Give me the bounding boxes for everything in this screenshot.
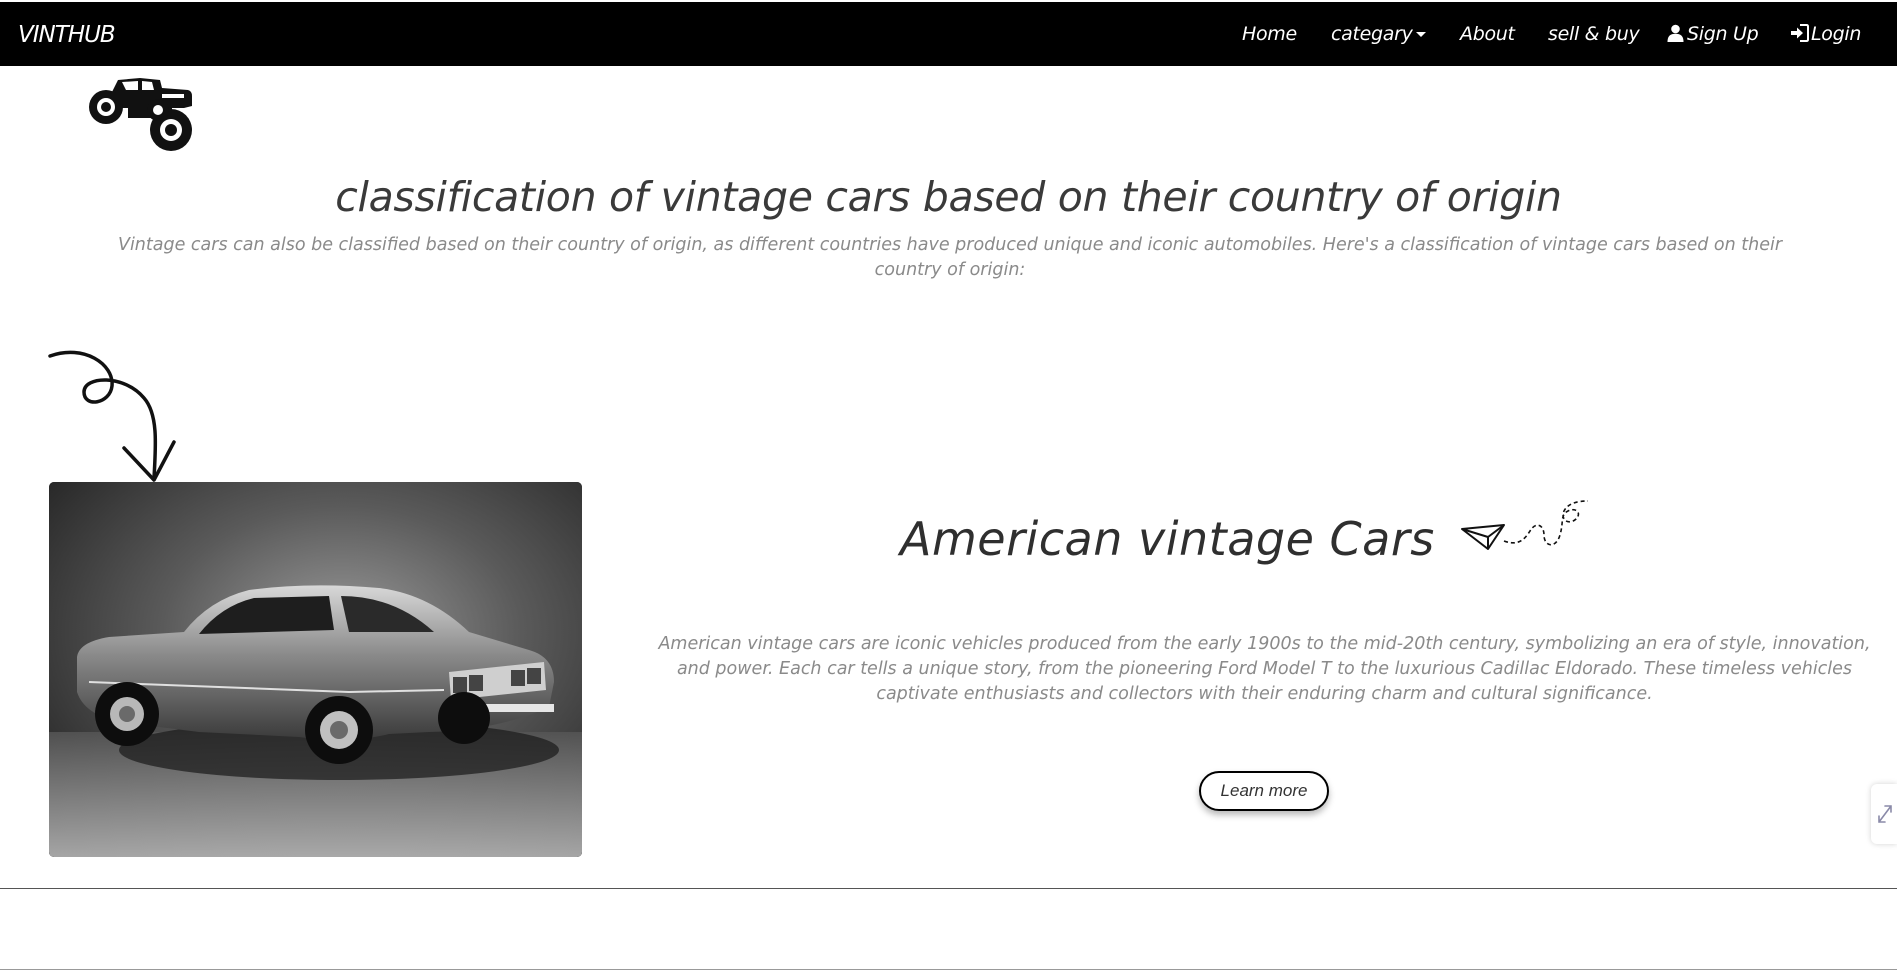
section-divider [0,888,1897,889]
nav-sell-buy[interactable]: sell & buy [1548,23,1640,45]
paper-plane-icon [1461,500,1589,550]
caret-down-icon [1415,32,1426,37]
nav-sell-buy-label: sell & buy [1548,23,1640,45]
section-title: American vintage Cars [900,512,1435,566]
learn-more-button[interactable]: Learn more [1199,771,1329,811]
nav-sign-up[interactable]: Sign Up [1667,23,1759,45]
nav-sign-up-label: Sign Up [1687,23,1759,45]
expand-icon [1878,805,1892,823]
page-intro: Vintage cars can also be classified base… [117,235,1783,280]
section-description: American vintage cars are iconic vehicle… [658,634,1871,704]
monster-truck-icon [89,78,192,151]
nav-home-label: Home [1242,23,1297,45]
nav-about[interactable]: About [1460,23,1515,45]
nav-category-dropdown[interactable]: categary [1331,23,1426,45]
nav-home[interactable]: Home [1242,23,1297,45]
curly-arrow-icon [48,350,176,482]
vintage-car-photo [49,482,582,857]
nav-about-label: About [1460,23,1515,45]
login-icon [1791,24,1809,42]
nav-login-label: Login [1811,23,1862,45]
nav-category-label: categary [1331,23,1413,45]
user-icon [1667,24,1684,42]
footer-divider [0,969,1897,970]
brand-logo[interactable]: VINTHUB [18,22,116,48]
nav-login[interactable]: Login [1790,23,1861,45]
page-title: classification of vintage cars based on … [335,173,1562,221]
feedback-tab[interactable] [1871,784,1897,844]
navbar: VINTHUB Home categary About sell & buy S… [0,2,1897,66]
